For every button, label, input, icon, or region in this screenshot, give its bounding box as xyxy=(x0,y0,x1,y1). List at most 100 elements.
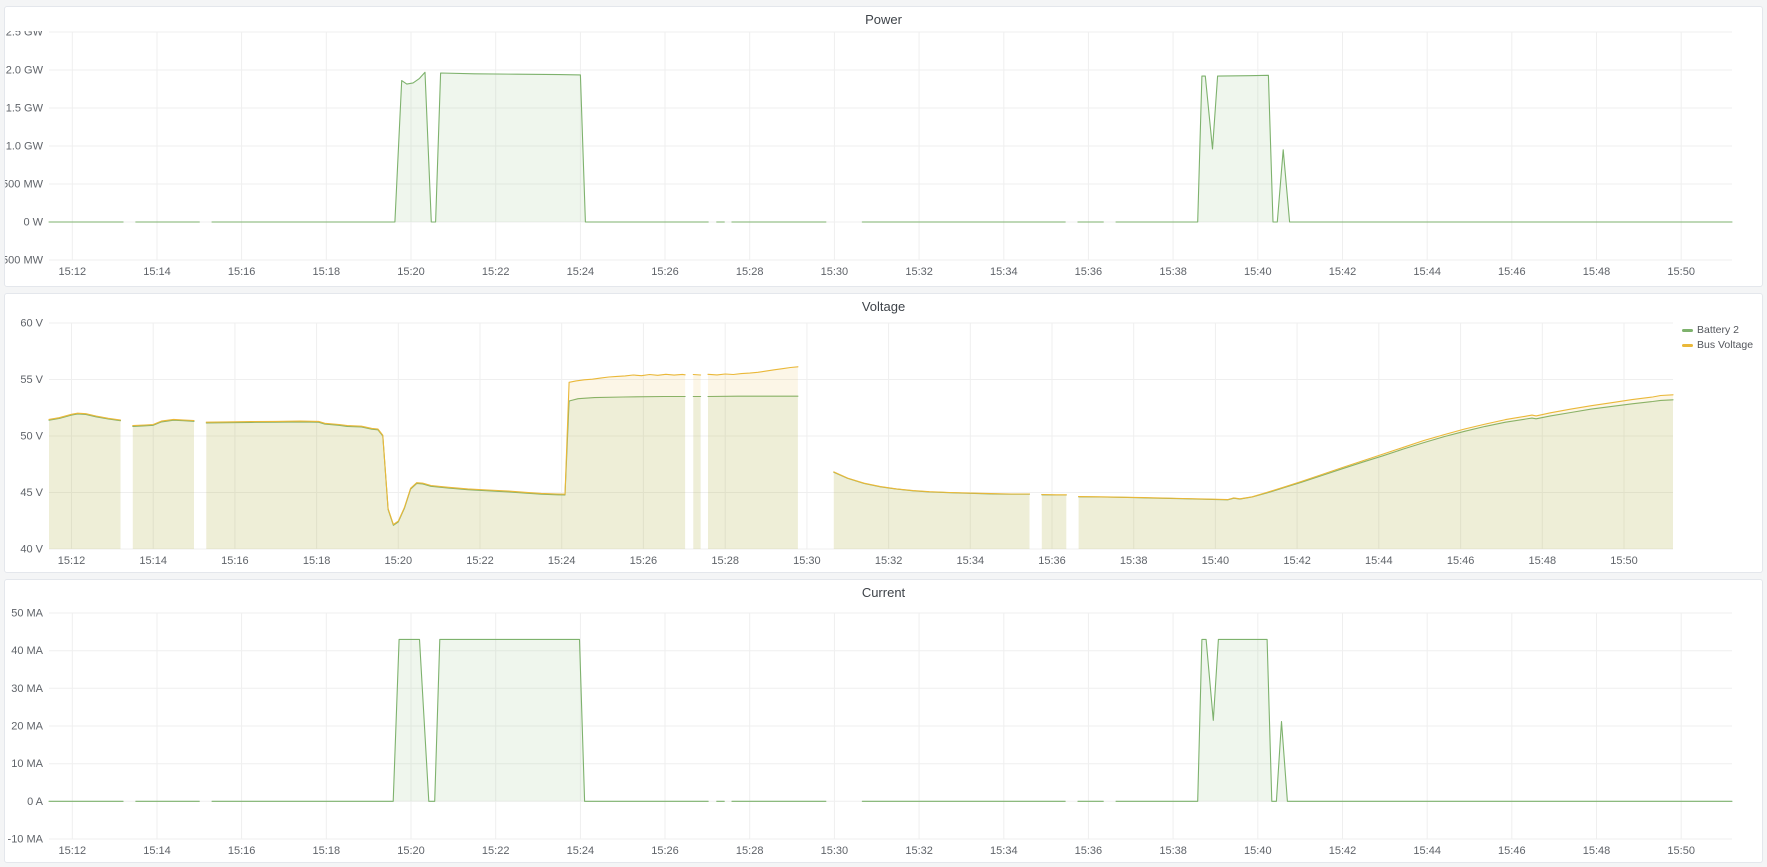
x-axis-tick-label: 15:44 xyxy=(1413,845,1441,857)
y-axis-tick-label: -10 MA xyxy=(8,834,44,846)
x-axis-tick-label: 15:38 xyxy=(1120,555,1148,567)
y-axis-tick-label: 55 V xyxy=(20,374,43,386)
series-area xyxy=(49,413,121,549)
x-axis-tick-label: 15:20 xyxy=(385,555,413,567)
x-axis-tick-label: 15:18 xyxy=(303,555,331,567)
x-axis-tick-label: 15:30 xyxy=(821,266,849,278)
voltage-panel: Voltage 60 V 55 V 50 V 45 V 40 V 15:12 15:14 15… xyxy=(4,293,1763,573)
x-axis-tick-label: 15:48 xyxy=(1529,555,1557,567)
y-axis-tick-label: 45 V xyxy=(20,487,43,499)
x-axis-tick-label: 15:50 xyxy=(1610,555,1638,567)
x-axis-tick-label: 15:36 xyxy=(1075,845,1103,857)
y-axis-tick-label: 20 MA xyxy=(11,721,43,733)
power-panel: Power 2.5 GW2.0 GW1.5 GW1.0 GW500 MW0 W-… xyxy=(4,6,1763,287)
axis-labels: 2.5 GW2.0 GW1.5 GW1.0 GW500 MW0 W-500 MW… xyxy=(5,31,1695,278)
x-axis-tick-label: 15:26 xyxy=(651,266,679,278)
series-area xyxy=(212,639,708,801)
x-axis-tick-label: 15:24 xyxy=(567,266,595,278)
series-area xyxy=(206,374,685,549)
x-axis-tick-label: 15:32 xyxy=(875,555,903,567)
x-axis-tick-label: 15:30 xyxy=(821,845,849,857)
x-axis-tick-label: 15:44 xyxy=(1413,266,1441,278)
current-chart-svg: 50 MA 40 MA 30 MA 20 MA 10 MA 0 A -10 MA 15:12 1… xyxy=(5,604,1762,862)
x-axis-tick-label: 15:42 xyxy=(1283,555,1311,567)
y-axis-tick-label: 0 A xyxy=(27,796,44,808)
series-area xyxy=(1042,495,1067,550)
legend-label-battery-2: Battery 2 xyxy=(1697,324,1739,336)
x-axis-tick-label: 15:42 xyxy=(1329,845,1357,857)
y-axis-tick-label: 50 V xyxy=(20,431,43,443)
series-area xyxy=(133,419,194,549)
x-axis-tick-label: 15:24 xyxy=(548,555,576,567)
current-panel-title[interactable]: Current xyxy=(5,585,1762,600)
x-axis-tick-label: 15:32 xyxy=(905,266,933,278)
x-axis-tick-label: 15:36 xyxy=(1038,555,1066,567)
current-chart-canvas[interactable]: 50 MA 40 MA 30 MA 20 MA 10 MA 0 A -10 MA 15:12 1… xyxy=(5,604,1762,862)
current-panel: Current 50 MA 40 MA 30 MA 20 MA 10 MA 0 A -10 … xyxy=(4,579,1763,863)
x-axis-tick-label: 15:48 xyxy=(1583,845,1611,857)
x-axis-tick-label: 15:46 xyxy=(1498,266,1526,278)
power-chart-svg: 2.5 GW2.0 GW1.5 GW1.0 GW500 MW0 W-500 MW… xyxy=(5,31,1762,286)
x-axis-tick-label: 15:34 xyxy=(990,845,1018,857)
x-axis-tick-label: 15:22 xyxy=(482,845,510,857)
y-axis-tick-label: 60 V xyxy=(20,318,43,330)
series-area xyxy=(693,375,700,550)
x-axis-tick-label: 15:42 xyxy=(1329,266,1357,278)
x-axis-tick-label: 15:40 xyxy=(1202,555,1230,567)
series-area xyxy=(1116,75,1732,222)
x-axis-tick-label: 15:12 xyxy=(58,555,86,567)
power-panel-title[interactable]: Power xyxy=(5,12,1762,27)
y-axis-tick-label: 1.0 GW xyxy=(6,141,44,153)
x-axis-tick-label: 15:48 xyxy=(1583,266,1611,278)
x-axis-tick-label: 15:16 xyxy=(228,845,256,857)
legend-label-bus-voltage: Bus Voltage xyxy=(1697,339,1753,351)
series-line xyxy=(693,375,700,376)
x-axis-tick-label: 15:26 xyxy=(651,845,679,857)
x-axis-tick-label: 15:30 xyxy=(793,555,821,567)
power-chart-canvas[interactable]: 2.5 GW2.0 GW1.5 GW1.0 GW500 MW0 W-500 MW… xyxy=(5,31,1762,286)
x-axis-tick-label: 15:38 xyxy=(1159,845,1187,857)
y-axis-tick-label: 40 V xyxy=(20,544,43,556)
x-axis-tick-label: 15:16 xyxy=(221,555,249,567)
x-axis-tick-label: 15:20 xyxy=(397,845,425,857)
legend-item-battery-2[interactable]: Battery 2 xyxy=(1682,324,1758,336)
series-area xyxy=(1079,395,1673,549)
x-axis-tick-label: 15:44 xyxy=(1365,555,1393,567)
y-axis-tick-label: 50 MA xyxy=(11,608,43,620)
y-axis-tick-label: 10 MA xyxy=(11,758,43,770)
grid xyxy=(49,32,1732,260)
y-axis-tick-label: 40 MA xyxy=(11,645,43,657)
x-axis-tick-label: 15:14 xyxy=(143,266,171,278)
x-axis-tick-label: 15:14 xyxy=(139,555,167,567)
x-axis-tick-label: 15:16 xyxy=(228,266,256,278)
x-axis-tick-label: 15:20 xyxy=(397,266,425,278)
x-axis-tick-label: 15:22 xyxy=(466,555,494,567)
legend-item-bus-voltage[interactable]: Bus Voltage xyxy=(1682,339,1758,351)
x-axis-tick-label: 15:28 xyxy=(736,845,764,857)
y-axis-tick-label: 2.5 GW xyxy=(6,31,44,39)
x-axis-tick-label: 15:28 xyxy=(711,555,739,567)
bus-voltage-series-color-icon xyxy=(1682,344,1693,347)
x-axis-tick-label: 15:12 xyxy=(59,845,87,857)
axis-labels: 50 MA 40 MA 30 MA 20 MA 10 MA 0 A -10 MA 15:12 1… xyxy=(8,608,1695,858)
x-axis-tick-label: 15:28 xyxy=(736,266,764,278)
y-axis-tick-label: 2.0 GW xyxy=(6,65,44,77)
voltage-chart-canvas[interactable]: 60 V 55 V 50 V 45 V 40 V 15:12 15:14 15:16 15:18… xyxy=(5,318,1762,572)
series-area xyxy=(708,367,798,549)
grid xyxy=(49,613,1732,839)
x-axis-tick-label: 15:40 xyxy=(1244,266,1272,278)
y-axis-tick-label: -500 MW xyxy=(5,255,44,267)
x-axis-tick-label: 15:18 xyxy=(313,845,341,857)
x-axis-tick-label: 15:22 xyxy=(482,266,510,278)
x-axis-tick-label: 15:46 xyxy=(1447,555,1475,567)
x-axis-tick-label: 15:36 xyxy=(1075,266,1103,278)
y-axis-tick-label: 30 MA xyxy=(11,683,43,695)
x-axis-tick-label: 15:34 xyxy=(990,266,1018,278)
y-axis-tick-label: 0 W xyxy=(23,217,43,229)
voltage-panel-title[interactable]: Voltage xyxy=(5,299,1762,314)
voltage-legend: Battery 2 Bus Voltage xyxy=(1682,324,1758,354)
x-axis-tick-label: 15:34 xyxy=(957,555,985,567)
x-axis-tick-label: 15:26 xyxy=(630,555,658,567)
x-axis-tick-label: 15:14 xyxy=(143,845,171,857)
y-axis-tick-label: 1.5 GW xyxy=(6,103,44,115)
